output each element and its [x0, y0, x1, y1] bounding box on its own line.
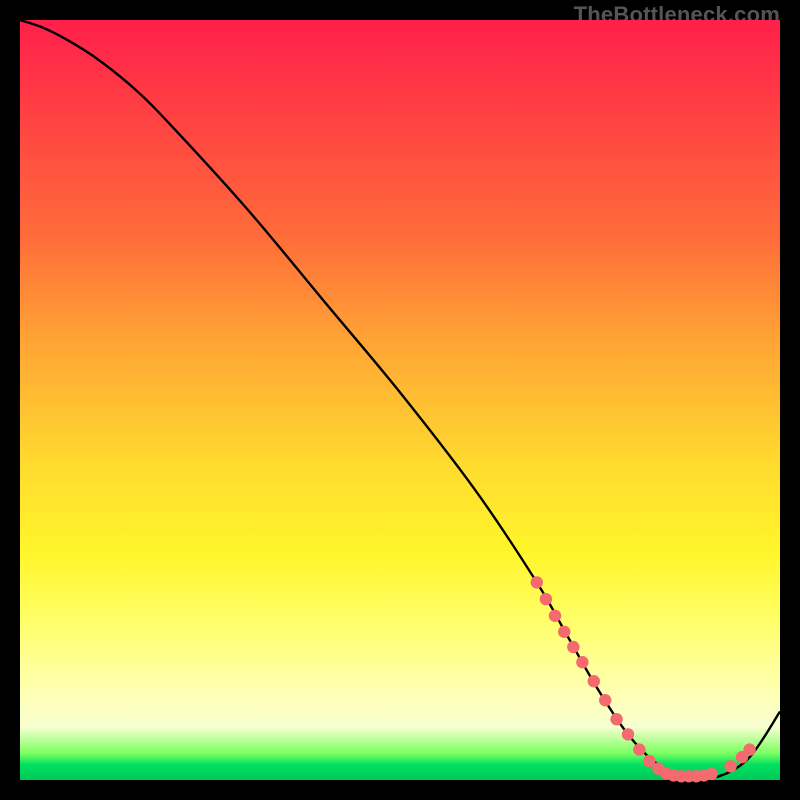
- marker-dot: [724, 760, 736, 772]
- marker-dot: [705, 768, 717, 780]
- marker-dot: [743, 743, 755, 755]
- marker-dot: [633, 743, 645, 755]
- marker-dot: [531, 576, 543, 588]
- marker-dot: [567, 641, 579, 653]
- curve-markers: [531, 576, 756, 782]
- marker-dot: [588, 675, 600, 687]
- marker-dot: [540, 593, 552, 605]
- marker-dot: [622, 728, 634, 740]
- curve-line: [20, 20, 780, 778]
- chart-frame: TheBottleneck.com: [0, 0, 800, 800]
- marker-dot: [576, 656, 588, 668]
- marker-dot: [549, 610, 561, 622]
- marker-dot: [558, 626, 570, 638]
- chart-plot-area: [20, 20, 780, 780]
- chart-svg: [20, 20, 780, 780]
- marker-dot: [610, 713, 622, 725]
- marker-dot: [599, 694, 611, 706]
